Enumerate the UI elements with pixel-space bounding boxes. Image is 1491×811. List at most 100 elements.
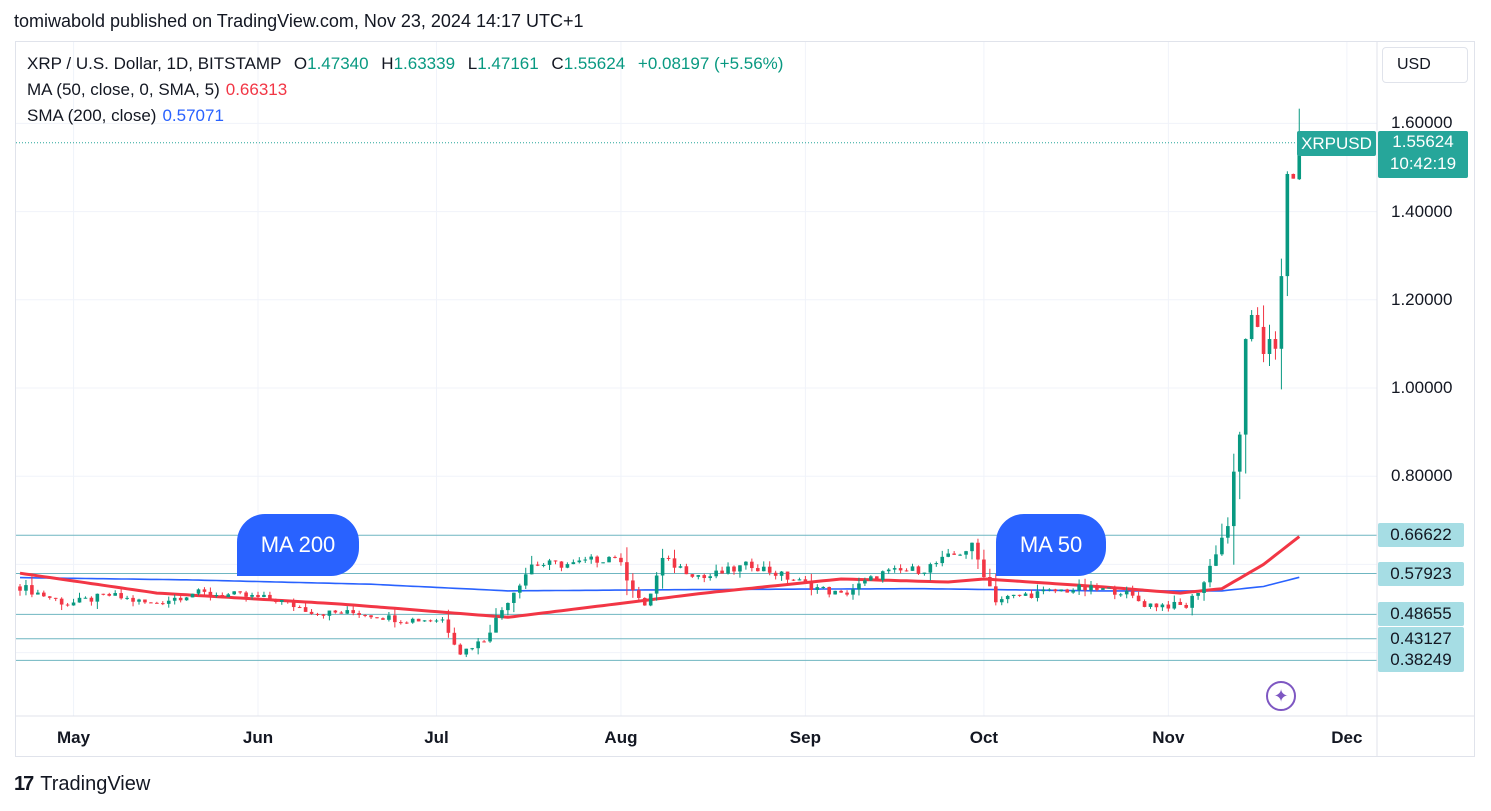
candle-body	[773, 572, 778, 576]
y-tick-label: 1.20000	[1391, 289, 1453, 309]
tradingview-logo[interactable]: 17 TradingView	[14, 773, 150, 796]
candle-body	[1285, 173, 1290, 277]
candle-body	[1101, 588, 1105, 590]
price-level-tag: 0.43127	[1378, 626, 1464, 651]
sparkle-icon[interactable]: ✦	[1266, 681, 1296, 711]
candle-body	[1065, 589, 1069, 593]
candle-body	[190, 593, 195, 598]
candle-body	[547, 560, 552, 565]
horizontal-level-lines	[16, 142, 1377, 661]
candle-body	[214, 594, 219, 596]
currency-button[interactable]: USD	[1382, 47, 1468, 83]
candle-body	[1237, 434, 1242, 472]
candle-body	[1267, 339, 1272, 354]
candle-body	[1017, 594, 1022, 596]
candle-body	[946, 553, 950, 557]
x-tick-label: Sep	[789, 728, 821, 747]
candle-body	[446, 619, 451, 633]
candle-body	[440, 619, 445, 621]
legend-high-key: H	[381, 54, 394, 73]
candle-body	[208, 591, 213, 596]
candle-body	[303, 607, 308, 612]
legend-ma50[interactable]: MA (50, close, 0, SMA, 5) 0.66313	[27, 80, 287, 100]
candle-body	[523, 574, 528, 586]
candle-body	[952, 553, 956, 555]
candle-body	[149, 602, 153, 604]
candle-body	[30, 585, 34, 595]
candle-body	[369, 615, 373, 618]
callout-ma200: MA 200	[237, 514, 359, 576]
candle-body	[851, 589, 855, 595]
candle-body	[1214, 554, 1218, 566]
candle-body	[113, 593, 117, 596]
candle-body	[464, 648, 469, 655]
candle-body	[779, 571, 784, 576]
candle-body	[488, 632, 492, 642]
ma50-line	[19, 535, 1301, 619]
candle-body	[559, 561, 564, 568]
candle-body	[684, 566, 689, 575]
candle-body	[625, 562, 629, 581]
candle-body	[1083, 584, 1087, 591]
candle-body	[166, 600, 171, 604]
candle-body	[589, 556, 593, 560]
price-level-tag: 0.57923	[1378, 561, 1464, 586]
candle-body	[791, 579, 796, 581]
candle-body	[845, 592, 849, 595]
candle-body	[785, 571, 790, 580]
bar-countdown: 10:42:19	[1389, 154, 1457, 173]
candle-body	[18, 586, 22, 591]
candle-body	[1130, 590, 1135, 596]
legend-low-value: 1.47161	[477, 54, 539, 73]
candle-body	[672, 558, 677, 568]
candle-body	[65, 604, 70, 606]
candle-body	[399, 622, 403, 624]
candle-body	[839, 590, 843, 593]
candle-body	[178, 597, 183, 601]
candle-body	[137, 599, 141, 602]
candle-body	[428, 620, 433, 622]
candle-body	[220, 594, 225, 598]
legend-ohlc: XRP / U.S. Dollar, 1D, BITSTAMP O1.47340…	[27, 54, 783, 74]
candle-body	[268, 594, 272, 600]
candle-body	[244, 592, 248, 597]
candle-body	[964, 551, 968, 555]
legend-symbol: XRP / U.S. Dollar, 1D, BITSTAMP	[27, 54, 282, 73]
legend-high-value: 1.63339	[393, 54, 456, 73]
candle-body	[71, 602, 76, 606]
candle-body	[53, 597, 58, 599]
candle-body	[226, 594, 231, 598]
candle-body	[333, 610, 338, 613]
y-tick-label: 0.80000	[1391, 466, 1453, 486]
candle-body	[161, 603, 165, 605]
candle-body	[196, 589, 201, 594]
candle-body	[315, 613, 320, 615]
candle-body	[714, 570, 718, 577]
sma200-line-layer	[19, 576, 1300, 592]
candle-body	[1118, 594, 1123, 596]
candle-body	[101, 593, 106, 595]
candles-layer	[18, 108, 1302, 658]
candle-body	[1023, 593, 1028, 596]
last-price-value: 1.55624	[1392, 132, 1454, 151]
candle-body	[619, 557, 623, 563]
candle-body	[916, 566, 921, 574]
candle-body	[999, 599, 1004, 603]
candle-body	[1089, 585, 1093, 591]
x-tick-label: Aug	[604, 728, 638, 747]
last-price-tag: 1.55624 10:42:19	[1378, 131, 1468, 178]
y-tick-label: 1.00000	[1391, 378, 1453, 397]
candle-body	[982, 559, 986, 578]
candle-body	[1142, 601, 1147, 607]
candle-body	[202, 589, 207, 592]
candle-body	[107, 593, 112, 596]
legend-sma200[interactable]: SMA (200, close) 0.57071	[27, 106, 224, 126]
candle-body	[696, 575, 701, 577]
candle-body	[607, 556, 611, 563]
tradingview-logo-icon: 17	[14, 773, 34, 795]
candle-body	[1291, 173, 1296, 179]
candle-body	[1107, 587, 1111, 589]
candle-body	[172, 597, 177, 601]
candle-body	[1184, 604, 1188, 608]
candle-body	[595, 556, 599, 563]
